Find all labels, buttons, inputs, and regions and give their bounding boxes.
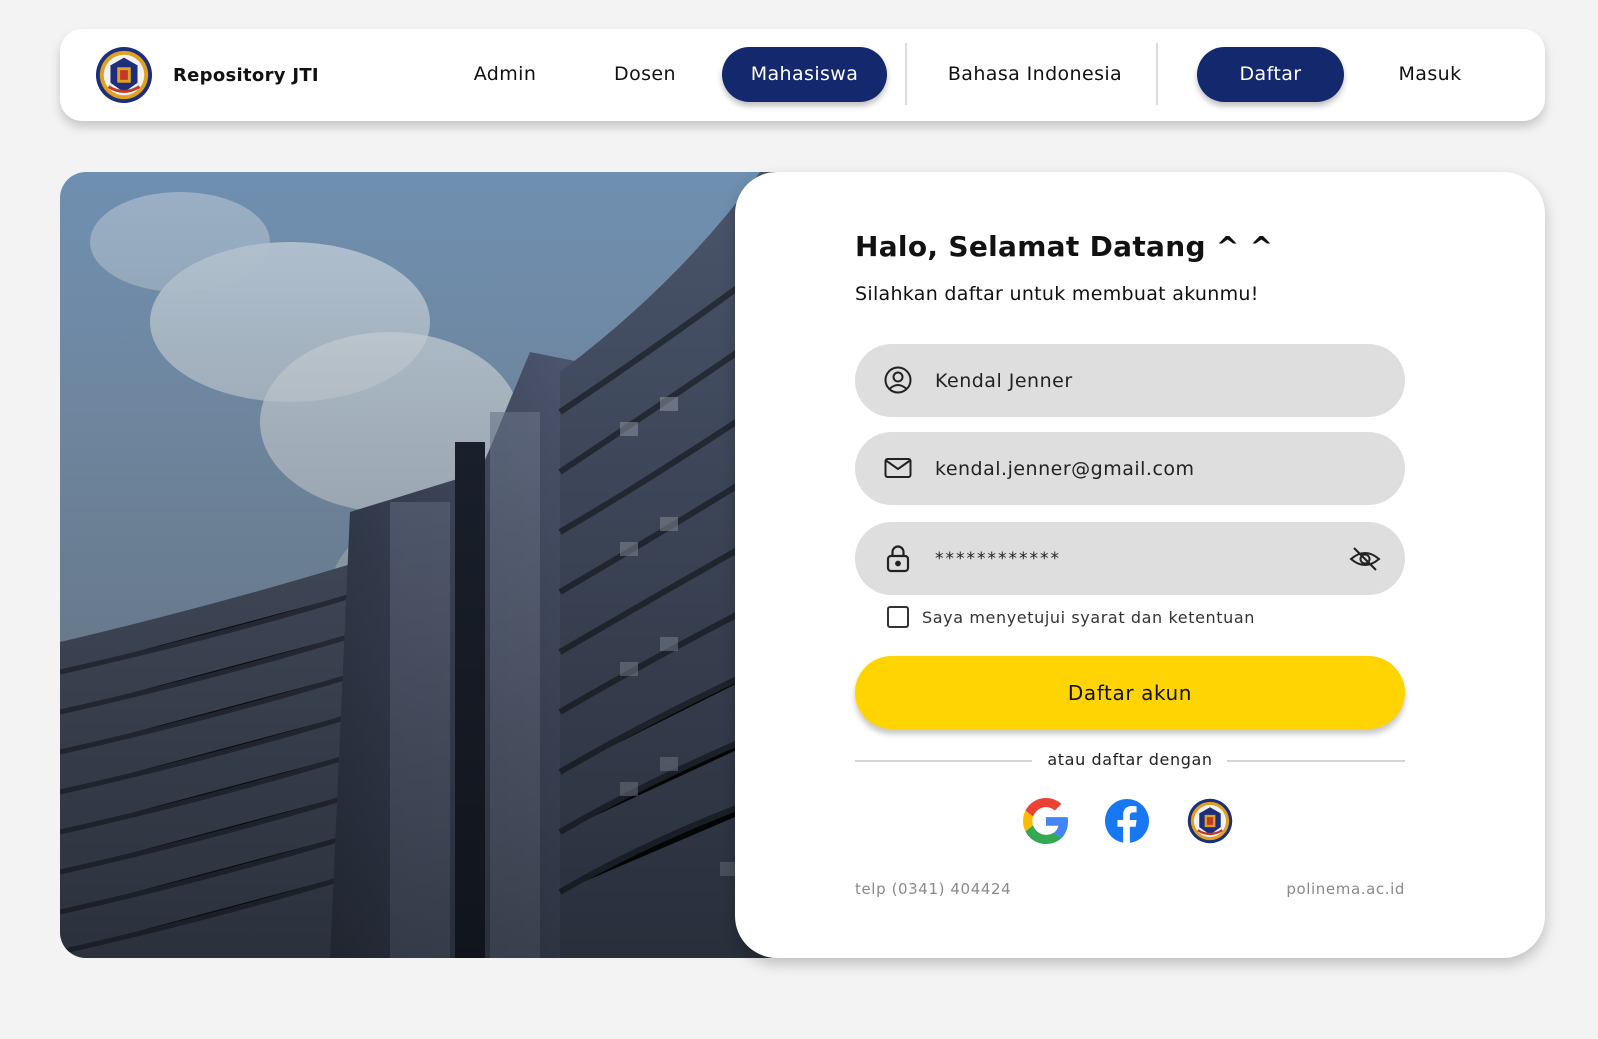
eye-off-icon[interactable] [1349, 544, 1381, 574]
register-button[interactable]: Daftar [1197, 47, 1344, 102]
email-input[interactable] [935, 432, 1335, 505]
polinema-logo[interactable] [1187, 798, 1233, 844]
form-title: Halo, Selamat Datang ^ ^ [855, 230, 1274, 263]
nav-mahasiswa[interactable]: Mahasiswa [722, 47, 887, 102]
footer-website[interactable]: polinema.ac.id [1286, 880, 1405, 898]
lock-icon [886, 545, 910, 573]
facebook-icon[interactable] [1104, 798, 1150, 844]
register-card: Halo, Selamat Datang ^ ^ Silahkan daftar… [735, 172, 1545, 958]
divider-line [855, 760, 1032, 762]
form-subtitle: Silahkan daftar untuk membuat akunmu! [855, 283, 1259, 305]
mail-icon [884, 458, 912, 478]
terms-label[interactable]: Saya menyetujui syarat dan ketentuan [922, 608, 1255, 627]
name-field[interactable] [855, 344, 1405, 417]
top-navbar: Repository JTI Admin Dosen Mahasiswa Bah… [60, 29, 1545, 121]
password-input[interactable] [935, 522, 1335, 595]
terms-checkbox[interactable] [887, 606, 909, 628]
nav-divider [1156, 43, 1158, 105]
nav-dosen[interactable]: Dosen [585, 47, 705, 102]
name-input[interactable] [935, 344, 1335, 417]
password-field[interactable] [855, 522, 1405, 595]
campus-building-photo [60, 172, 840, 958]
login-button[interactable]: Masuk [1365, 47, 1495, 102]
nav-divider [905, 43, 907, 105]
brand[interactable]: Repository JTI [95, 46, 319, 104]
divider-line [1227, 760, 1405, 762]
social-divider: atau daftar dengan [855, 750, 1405, 770]
google-icon[interactable] [1023, 798, 1069, 844]
terms-row: Saya menyetujui syarat dan ketentuan [887, 606, 1255, 628]
user-circle-icon [884, 366, 912, 394]
polinema-logo [95, 46, 153, 104]
register-submit-button[interactable]: Daftar akun [855, 656, 1405, 729]
nav-admin[interactable]: Admin [445, 47, 565, 102]
language-selector[interactable]: Bahasa Indonesia [920, 47, 1150, 102]
email-field[interactable] [855, 432, 1405, 505]
brand-name: Repository JTI [173, 64, 319, 86]
divider-label: atau daftar dengan [1047, 750, 1213, 769]
footer-phone: telp (0341) 404424 [855, 880, 1012, 898]
